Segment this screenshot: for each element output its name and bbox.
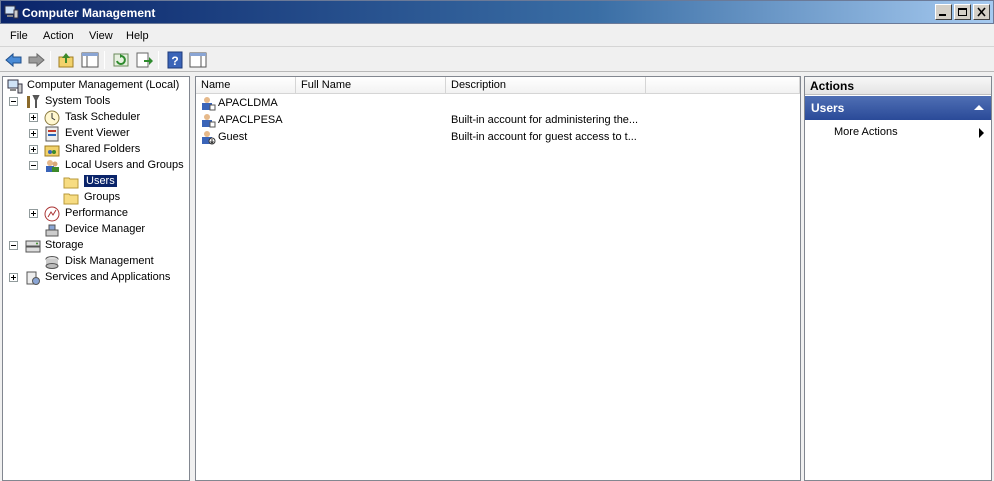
expand-icon[interactable] [29, 129, 38, 138]
help-icon[interactable]: ? [165, 51, 185, 69]
close-icon [977, 7, 986, 17]
expand-icon[interactable] [9, 273, 18, 282]
more-actions-menu-item[interactable]: More Actions [805, 124, 991, 142]
maximize-button[interactable] [954, 4, 971, 20]
table-row[interactable]: APACLDMA [196, 95, 800, 112]
user-icon [202, 114, 216, 128]
user-name: APACLDMA [218, 97, 278, 109]
computer-management-icon [4, 5, 19, 19]
system-tools-icon [27, 95, 40, 108]
users-list[interactable]: Name Full Name Description APACLDMA APAC… [195, 76, 801, 481]
users-group-icon [46, 160, 59, 172]
user-description: Built-in account for administering the..… [451, 114, 639, 126]
svg-text:?: ? [171, 54, 178, 68]
folder-icon [63, 177, 79, 189]
maximize-icon [958, 8, 967, 16]
clock-icon [44, 110, 60, 126]
back-icon[interactable] [4, 51, 24, 69]
computer-management-icon [7, 79, 23, 94]
collapse-icon[interactable] [9, 97, 18, 106]
minimize-button[interactable] [935, 4, 952, 20]
minimize-icon [939, 14, 946, 16]
menu-bar: File Action View Help [0, 25, 994, 47]
collapse-icon[interactable] [29, 161, 38, 170]
user-description: Built-in account for guest access to t..… [451, 131, 637, 143]
table-row[interactable]: Guest Built-in account for guest access … [196, 129, 800, 146]
column-header-full-name[interactable]: Full Name [296, 77, 446, 94]
expand-icon[interactable] [29, 145, 38, 154]
storage-icon [25, 240, 41, 253]
menu-file[interactable]: File [10, 30, 28, 42]
close-button[interactable] [973, 4, 990, 20]
up-one-level-icon[interactable] [56, 51, 76, 69]
event-viewer-icon [45, 126, 59, 142]
actions-title: Actions [805, 77, 991, 95]
table-row[interactable]: APACLPESA Built-in account for administe… [196, 112, 800, 129]
user-icon [202, 97, 216, 111]
column-header-description[interactable]: Description [446, 77, 646, 94]
menu-action[interactable]: Action [43, 30, 74, 42]
toolbar: ? [0, 48, 994, 72]
actions-group-label: Users [811, 101, 845, 115]
export-list-icon[interactable] [134, 51, 154, 69]
collapse-arrow-icon[interactable] [974, 105, 984, 110]
menu-view[interactable]: View [89, 30, 113, 42]
forward-icon[interactable] [26, 51, 46, 69]
disabled-user-icon [202, 131, 216, 145]
show-hide-action-pane-icon[interactable] [188, 51, 208, 69]
refresh-icon[interactable] [111, 51, 131, 69]
user-name: APACLPESA [218, 114, 283, 126]
chevron-right-icon [979, 128, 984, 138]
menu-help[interactable]: Help [126, 30, 149, 42]
shared-folder-icon [44, 145, 60, 157]
expand-icon[interactable] [29, 209, 38, 218]
window-title: Computer Management [22, 6, 156, 20]
folder-icon [63, 193, 79, 205]
services-applications-icon [26, 271, 40, 285]
device-manager-icon [45, 224, 59, 237]
disk-management-icon [45, 256, 59, 269]
show-hide-console-tree-icon[interactable] [80, 51, 100, 69]
performance-icon [44, 206, 60, 222]
collapse-icon[interactable] [9, 241, 18, 250]
console-tree[interactable]: Computer Management (Local) System Tools… [2, 76, 190, 481]
expand-icon[interactable] [29, 113, 38, 122]
actions-group-users[interactable]: Users [805, 96, 991, 120]
column-header-name[interactable]: Name [196, 77, 296, 94]
more-actions-label: More Actions [834, 126, 898, 138]
column-header-empty [646, 77, 800, 94]
user-name: Guest [218, 131, 248, 143]
title-bar[interactable]: Computer Management [0, 0, 994, 24]
actions-pane: Actions Users More Actions [804, 76, 992, 481]
